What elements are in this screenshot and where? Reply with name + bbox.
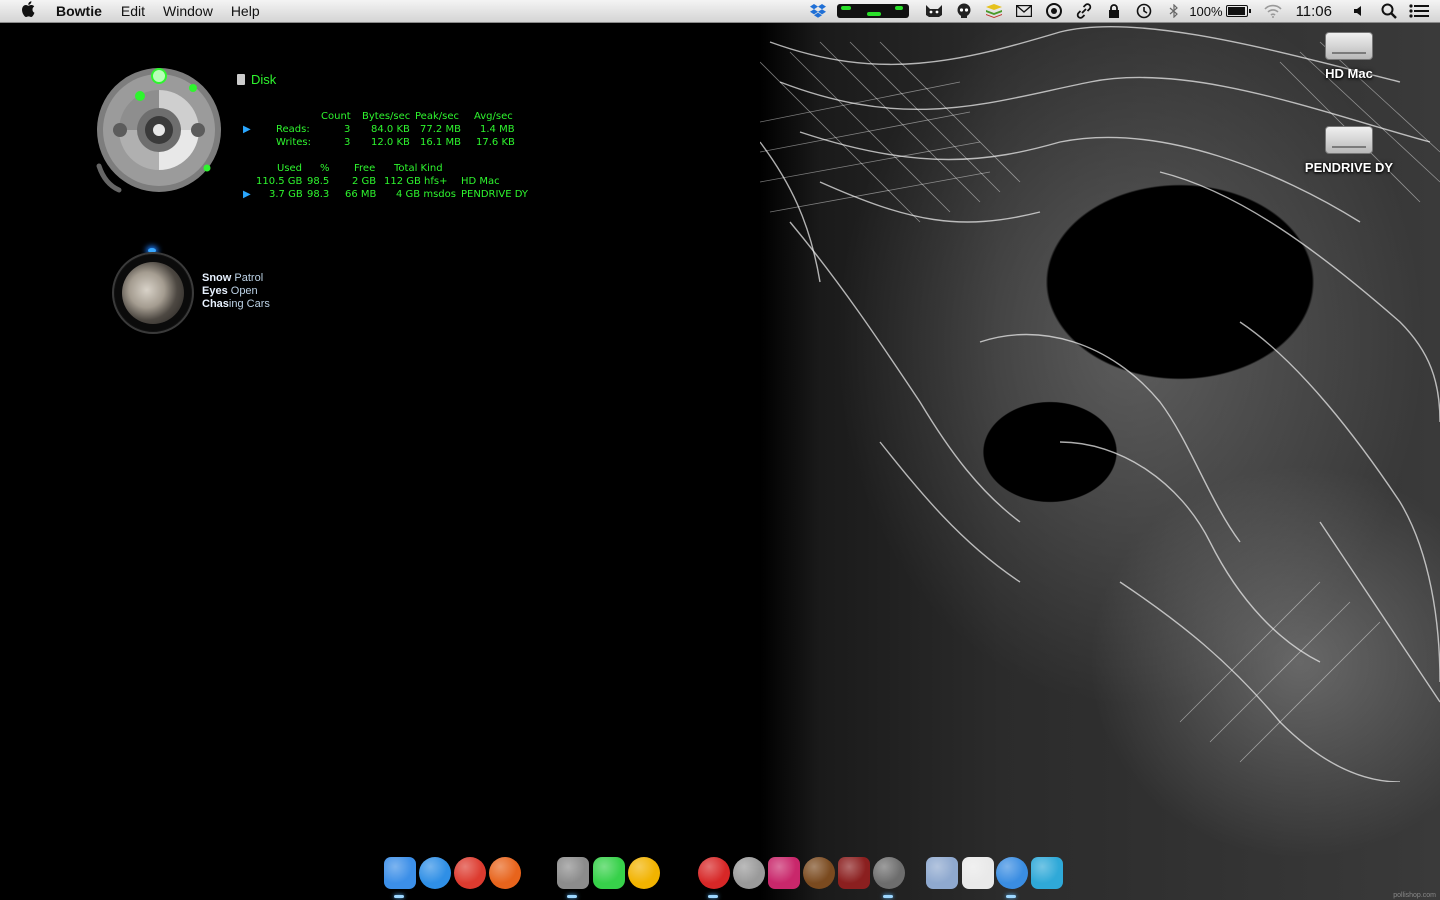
link-icon[interactable]: [1069, 0, 1099, 22]
running-indicator: [708, 895, 718, 898]
notification-center-icon[interactable]: [1404, 0, 1434, 22]
album-name: Eyes Open: [202, 285, 258, 297]
track-name: Chasing Cars: [202, 298, 270, 310]
reads-count: 3: [344, 124, 351, 135]
documents-folder-icon[interactable]: [926, 857, 958, 889]
vol2-name: PENDRIVE DY: [461, 189, 529, 200]
dock: [380, 852, 1065, 900]
lock-icon[interactable]: [1099, 0, 1129, 22]
messages-icon[interactable]: [593, 857, 625, 889]
bluetooth-icon[interactable]: [1159, 0, 1189, 22]
office-icon[interactable]: [628, 857, 660, 889]
vol-header-total-kind: Total Kind: [394, 163, 443, 174]
writes-count: 3: [344, 137, 351, 148]
vol-header-pct: %: [320, 163, 330, 174]
desktop-icon-label: HD Mac: [1325, 66, 1373, 81]
io-header-peak: Peak/sec: [415, 111, 459, 122]
menu-window[interactable]: Window: [154, 3, 222, 19]
finder-icon[interactable]: [384, 857, 416, 889]
watermark-text: pollishop.com: [1393, 892, 1436, 899]
menu-clock[interactable]: 11:06: [1296, 3, 1332, 20]
app-name-menu[interactable]: Bowtie: [52, 3, 112, 19]
skull-app-icon[interactable]: [949, 0, 979, 22]
dropbox-icon[interactable]: [803, 0, 833, 22]
desktop-icon-hd-mac[interactable]: HD Mac: [1294, 32, 1404, 81]
reads-bytes: 84.0 KB: [371, 124, 410, 135]
writes-avg: 17.6 KB: [476, 137, 515, 148]
mail-icon[interactable]: [1009, 0, 1039, 22]
dvd-player-icon[interactable]: [873, 857, 905, 889]
document-icon[interactable]: [962, 857, 994, 889]
menu-edit[interactable]: Edit: [112, 3, 154, 19]
desktop-icon-label: PENDRIVE DY: [1304, 160, 1394, 175]
reads-label: Reads:: [276, 124, 310, 135]
status-menu-area: 100% 11:06: [803, 0, 1440, 22]
cat-app-icon[interactable]: [919, 0, 949, 22]
rocket-app-icon[interactable]: [698, 857, 730, 889]
menu-bar: Bowtie Edit Window Help 100% 11:06: [0, 0, 1440, 23]
preview-icon[interactable]: [1031, 857, 1063, 889]
writes-label: Writes:: [276, 137, 311, 148]
album-art[interactable]: [112, 252, 194, 334]
writes-bytes: 12.0 KB: [371, 137, 410, 148]
battery-icon[interactable]: [1225, 5, 1251, 17]
io-header-bytes: Bytes/sec: [362, 111, 411, 122]
vol2-pct: 98.3: [307, 189, 330, 200]
spotlight-search-icon[interactable]: [1374, 0, 1404, 22]
vol-header-free: Free: [354, 163, 376, 174]
disk-monitor-widget: Disk Count Bytes/sec Peak/sec Avg/sec ▶ …: [95, 66, 545, 206]
bluestacks-icon[interactable]: [979, 0, 1009, 22]
artist-name: Snow Patrol: [202, 272, 264, 284]
hard-drive-icon: [1325, 32, 1373, 60]
itunes-icon[interactable]: [996, 857, 1028, 889]
reads-peak: 77.2 MB: [420, 124, 461, 135]
reads-avg: 1.4 MB: [480, 124, 515, 135]
firefox-icon[interactable]: [489, 857, 521, 889]
running-indicator: [394, 895, 404, 898]
running-indicator: [1006, 895, 1016, 898]
safari-icon[interactable]: [419, 857, 451, 889]
vol1-name: HD Mac: [461, 176, 500, 187]
vol2-free: 66 MB: [345, 189, 377, 200]
wifi-icon[interactable]: [1258, 0, 1288, 22]
vol-header-used: Used: [277, 163, 303, 174]
photo-app-icon[interactable]: [557, 857, 589, 889]
game-star-icon[interactable]: [768, 857, 800, 889]
running-indicator: [883, 895, 893, 898]
usb-drive-icon: [1325, 126, 1373, 154]
activity-meter-icon[interactable]: [837, 4, 910, 18]
vol2-used: 3.7 GB: [269, 189, 303, 200]
volume-icon[interactable]: [1344, 0, 1374, 22]
io-header-avg: Avg/sec: [474, 111, 513, 122]
expand-arrow-icon[interactable]: ▶: [243, 189, 251, 200]
vol1-free: 2 GB: [352, 176, 377, 187]
io-header-count: Count: [321, 111, 351, 122]
expand-arrow-icon[interactable]: ▶: [243, 124, 251, 135]
battery-percentage: 100%: [1189, 3, 1223, 19]
time-machine-icon[interactable]: [1129, 0, 1159, 22]
game-poster-icon[interactable]: [838, 857, 870, 889]
system-preferences-icon[interactable]: [733, 857, 765, 889]
game-bowl-icon[interactable]: [803, 857, 835, 889]
now-playing-widget: Snow Patrol Eyes Open Chasing Cars: [110, 248, 310, 338]
menu-help[interactable]: Help: [222, 3, 269, 19]
writes-peak: 16.1 MB: [420, 137, 461, 148]
chrome-icon[interactable]: [454, 857, 486, 889]
running-indicator: [567, 895, 577, 898]
record-icon[interactable]: [1039, 0, 1069, 22]
desktop-icon-pendrive[interactable]: PENDRIVE DY: [1294, 126, 1404, 175]
vol1-used: 110.5 GB: [256, 176, 303, 187]
vol1-pct: 98.5: [307, 176, 330, 187]
apple-menu-icon[interactable]: [18, 1, 38, 21]
vol2-total-kind: 4 GB msdos: [396, 189, 456, 200]
vol1-total-kind: 112 GB hfs+: [384, 176, 448, 187]
disk-io-table: Count Bytes/sec Peak/sec Avg/sec ▶ Reads…: [95, 66, 545, 206]
